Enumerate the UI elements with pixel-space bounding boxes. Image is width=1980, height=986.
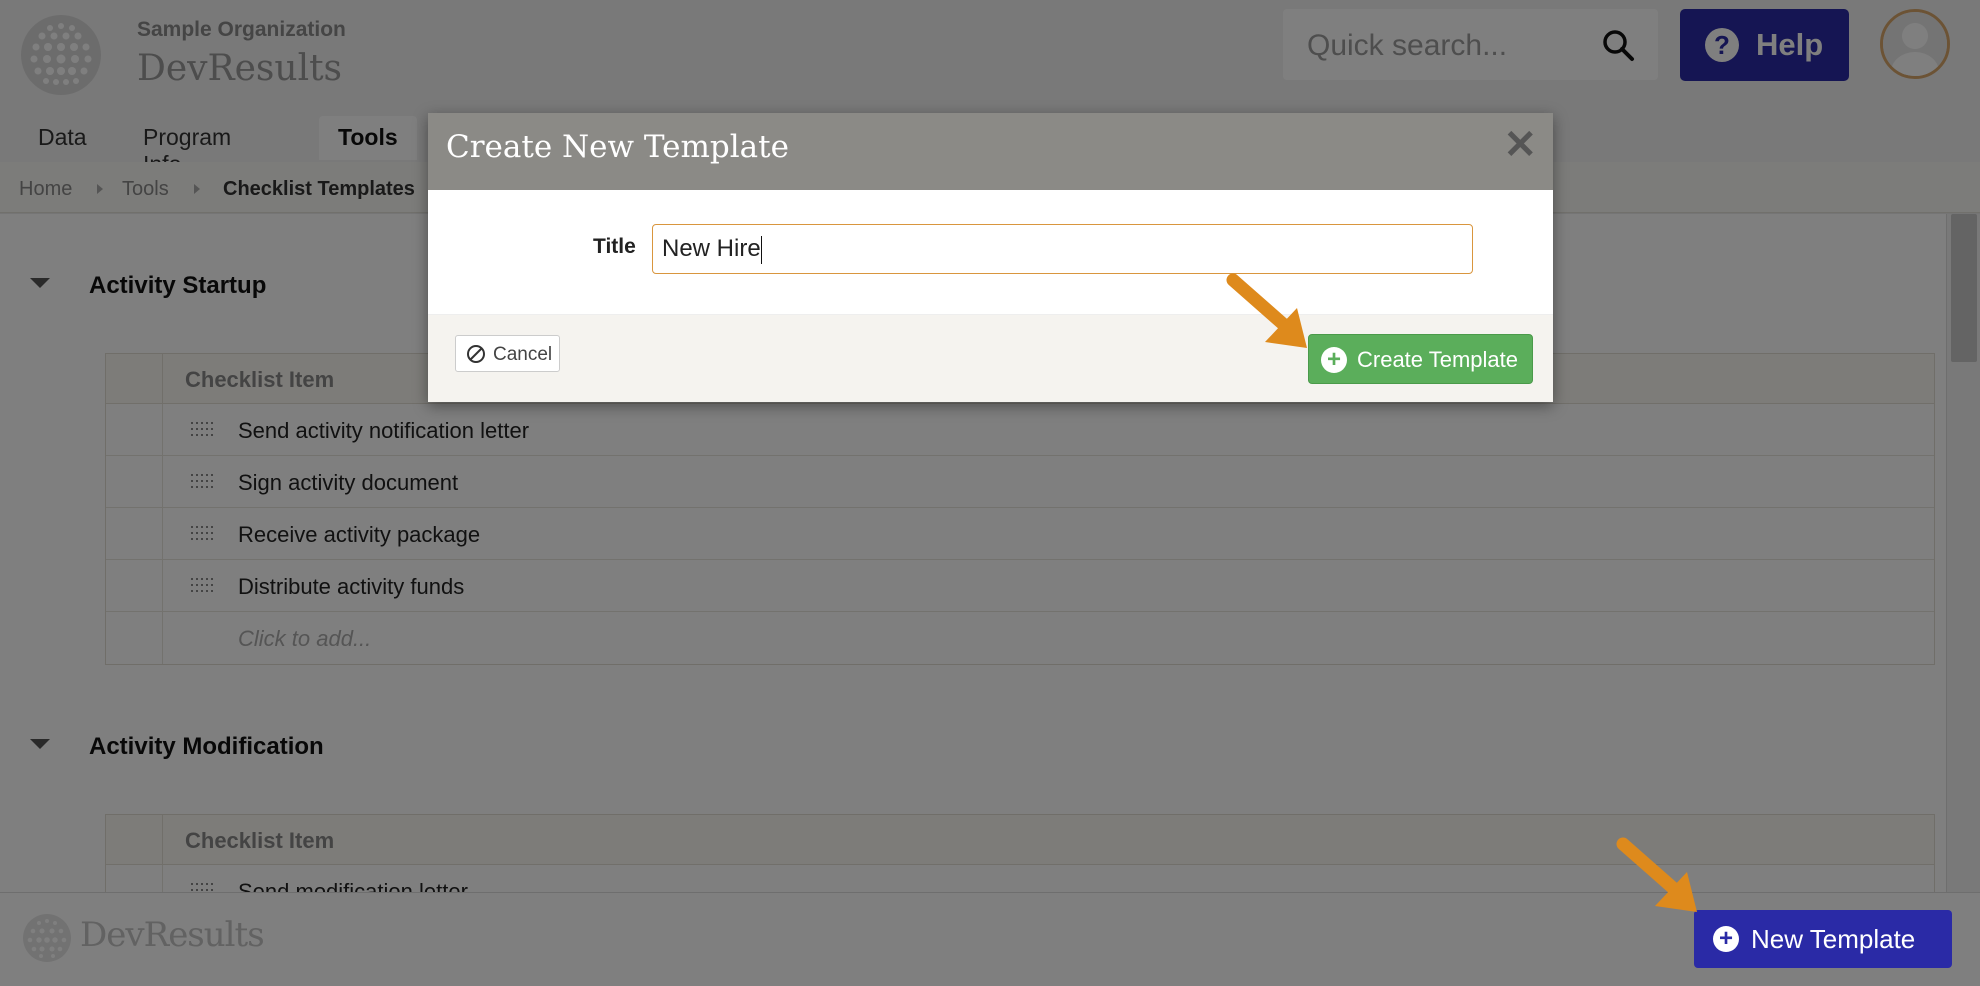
text-caret bbox=[760, 235, 762, 264]
plus-circle-icon: + bbox=[1713, 926, 1739, 952]
title-input-value: New Hire bbox=[662, 235, 761, 262]
title-field-label: Title bbox=[593, 235, 636, 258]
cancel-label: Cancel bbox=[493, 344, 553, 365]
title-input[interactable]: New Hire bbox=[652, 224, 1473, 274]
cancel-circle-slash-icon bbox=[467, 345, 485, 363]
plus-circle-icon: + bbox=[1321, 347, 1347, 373]
create-template-dialog: Create New Template ✕ Title New Hire Can… bbox=[428, 113, 1553, 402]
new-template-label: New Template bbox=[1751, 924, 1916, 954]
dialog-title: Create New Template bbox=[446, 129, 789, 165]
close-icon[interactable]: ✕ bbox=[1503, 125, 1537, 165]
dialog-footer: Cancel + Create Template bbox=[428, 314, 1553, 402]
dialog-header: Create New Template ✕ bbox=[428, 113, 1553, 190]
annotation-arrow-icon bbox=[1226, 273, 1307, 348]
create-template-button[interactable]: + Create Template bbox=[1308, 334, 1533, 384]
new-template-button[interactable]: + New Template bbox=[1694, 910, 1952, 968]
annotation-arrow-icon bbox=[1616, 837, 1697, 912]
cancel-button[interactable]: Cancel bbox=[455, 335, 560, 372]
create-template-label: Create Template bbox=[1357, 347, 1519, 372]
